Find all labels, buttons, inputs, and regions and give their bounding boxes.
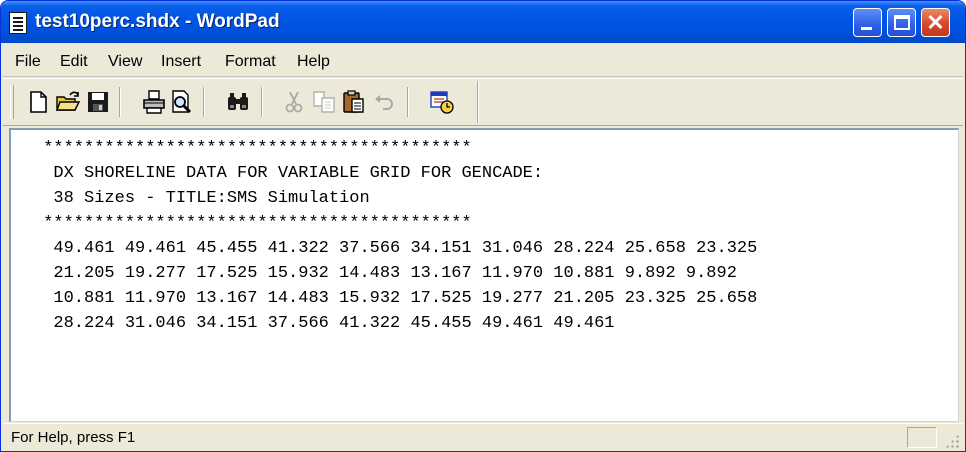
minimize-icon bbox=[861, 27, 872, 30]
document-text-area[interactable]: ****************************************… bbox=[9, 128, 959, 422]
undo-icon[interactable] bbox=[371, 89, 397, 115]
menu-edit[interactable]: Edit bbox=[60, 53, 88, 71]
print-preview-icon[interactable] bbox=[169, 89, 195, 115]
close-icon: ✕ bbox=[926, 10, 945, 35]
title-bar[interactable]: test10perc.shdx - WordPad ✕ bbox=[1, 1, 965, 43]
document-line: DX SHORELINE DATA FOR VARIABLE GRID FOR … bbox=[33, 164, 544, 183]
menu-insert[interactable]: Insert bbox=[161, 53, 201, 71]
document-line: 38 Sizes - TITLE:SMS Simulation bbox=[33, 189, 370, 208]
document-line: 49.461 49.461 45.455 41.322 37.566 34.15… bbox=[33, 239, 758, 258]
cut-scissors-icon[interactable] bbox=[281, 89, 307, 115]
toolbar-separator bbox=[203, 87, 205, 117]
print-icon[interactable] bbox=[141, 89, 167, 115]
paste-icon[interactable] bbox=[341, 89, 367, 115]
menu-view[interactable]: View bbox=[108, 53, 142, 71]
open-folder-icon[interactable] bbox=[55, 89, 81, 115]
toolbar-separator bbox=[119, 87, 121, 117]
find-binoculars-icon[interactable] bbox=[225, 89, 251, 115]
menu-help[interactable]: Help bbox=[297, 53, 330, 71]
status-text: For Help, press F1 bbox=[11, 429, 136, 446]
wordpad-window: test10perc.shdx - WordPad ✕ File Edit Vi… bbox=[0, 0, 966, 452]
insert-datetime-icon[interactable] bbox=[429, 89, 455, 115]
close-button[interactable]: ✕ bbox=[921, 8, 950, 37]
toolbar-grip[interactable] bbox=[10, 85, 14, 119]
toolbar bbox=[3, 78, 963, 126]
status-bar: For Help, press F1 bbox=[3, 423, 963, 451]
document-line: 10.881 11.970 13.167 14.483 15.932 17.52… bbox=[33, 289, 758, 308]
menu-format[interactable]: Format bbox=[225, 53, 276, 71]
status-pane bbox=[907, 427, 937, 448]
document-line: 28.224 31.046 34.151 37.566 41.322 45.45… bbox=[33, 314, 615, 333]
maximize-icon bbox=[894, 15, 910, 30]
toolbar-end-divider bbox=[477, 81, 479, 123]
wordpad-app-icon[interactable] bbox=[9, 12, 27, 34]
maximize-button[interactable] bbox=[887, 8, 916, 37]
resize-grip-icon[interactable] bbox=[945, 434, 959, 448]
toolbar-separator bbox=[407, 87, 409, 117]
window-title: test10perc.shdx - WordPad bbox=[35, 11, 280, 32]
document-line: 21.205 19.277 17.525 15.932 14.483 13.16… bbox=[33, 264, 737, 283]
new-document-icon[interactable] bbox=[25, 89, 51, 115]
toolbar-separator bbox=[261, 87, 263, 117]
menu-bar: File Edit View Insert Format Help bbox=[3, 45, 963, 77]
document-line: ****************************************… bbox=[33, 214, 472, 233]
minimize-button[interactable] bbox=[853, 8, 882, 37]
document-line: ****************************************… bbox=[33, 139, 472, 158]
menu-file[interactable]: File bbox=[15, 53, 41, 71]
copy-icon[interactable] bbox=[311, 89, 337, 115]
save-disk-icon[interactable] bbox=[85, 89, 111, 115]
